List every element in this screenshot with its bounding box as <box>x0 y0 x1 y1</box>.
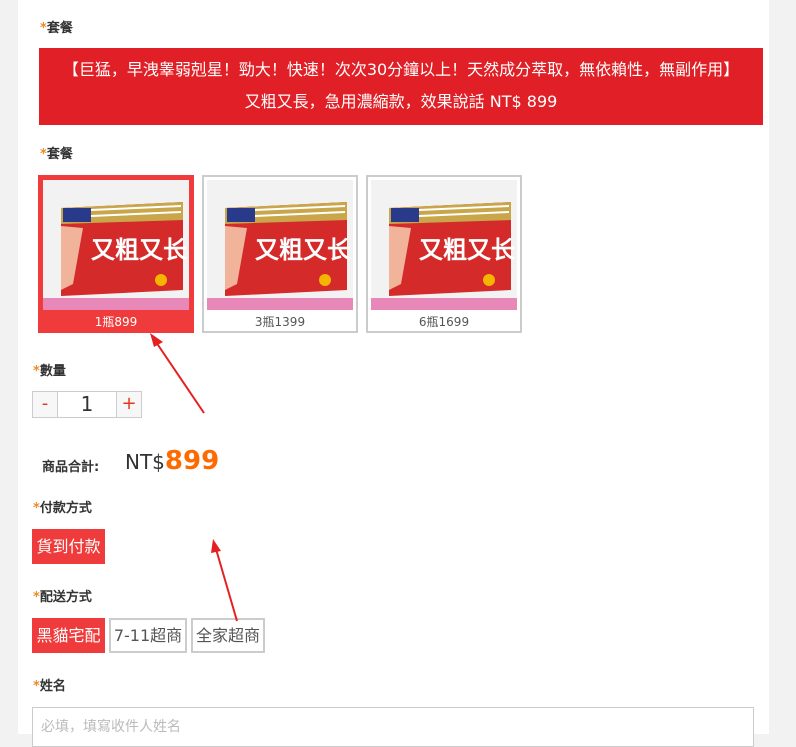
payment-section-label: *付款方式 <box>33 497 92 516</box>
shipping-label-text: 配送方式 <box>39 590 92 605</box>
name-label-text: 姓名 <box>39 679 66 694</box>
payment-label-text: 付款方式 <box>39 501 92 516</box>
product-image: 又粗又长 <box>371 180 517 310</box>
package-option-label-text: 套餐 <box>46 147 73 162</box>
shipping-section-label: *配送方式 <box>33 586 92 605</box>
payment-option-cod[interactable]: 貨到付款 <box>32 529 105 564</box>
shipping-option-black-cat[interactable]: 黑貓宅配 <box>32 618 105 653</box>
shipping-option-711[interactable]: 7-11超商 <box>109 618 187 653</box>
required-mark: * <box>33 501 40 516</box>
name-input[interactable] <box>32 707 754 747</box>
shipping-option-family-mart[interactable]: 全家超商 <box>191 618 265 653</box>
total-currency: NT$ <box>125 450 165 474</box>
package-option-3[interactable]: 又粗又长 3瓶1399 <box>202 175 358 333</box>
product-box-text: 又粗又长 <box>419 236 516 264</box>
promo-banner: 【巨猛，早洩睾弱剋星！勁大！快速！次次30分鐘以上！天然成分萃取，無依賴性，無副… <box>39 48 763 125</box>
order-form-panel: *套餐 【巨猛，早洩睾弱剋星！勁大！快速！次次30分鐘以上！天然成分萃取，無依賴… <box>18 0 769 747</box>
product-box-text: 又粗又长 <box>91 236 188 264</box>
total-label: 商品合計: <box>42 460 100 475</box>
promo-banner-line2: 又粗又長，急用濃縮款，效果說話 NT$ 899 <box>244 92 558 111</box>
required-mark: * <box>33 679 40 694</box>
product-box-image: 又粗又长 <box>43 180 189 310</box>
quantity-input[interactable]: 1 <box>58 391 116 418</box>
total-price: NT$899 <box>125 446 219 476</box>
quantity-decrease-button[interactable]: - <box>32 391 58 418</box>
product-box-image: 又粗又长 <box>207 180 353 310</box>
package-option-caption: 6瓶1699 <box>418 315 470 329</box>
package-option-caption: 1瓶899 <box>94 315 138 329</box>
required-mark: * <box>33 590 40 605</box>
quantity-increase-button[interactable]: + <box>116 391 142 418</box>
product-box-image: 又粗又长 <box>371 180 517 310</box>
product-image: 又粗又长 <box>43 180 189 310</box>
quantity-section-label: *數量 <box>33 360 66 379</box>
package-option-6[interactable]: 又粗又长 6瓶1699 <box>366 175 522 333</box>
name-section-label: *姓名 <box>33 675 66 694</box>
quantity-label-text: 數量 <box>39 364 66 379</box>
package-option-caption: 3瓶1399 <box>254 315 306 329</box>
product-box-text: 又粗又长 <box>255 236 352 264</box>
required-mark: * <box>40 21 47 36</box>
package-section-label: *套餐 <box>40 17 73 36</box>
product-image: 又粗又长 <box>207 180 353 310</box>
promo-banner-line1: 【巨猛，早洩睾弱剋星！勁大！快速！次次30分鐘以上！天然成分萃取，無依賴性，無副… <box>62 60 740 79</box>
package-option-section-label: *套餐 <box>40 143 73 162</box>
package-option-1[interactable]: 又粗又长 1瓶899 <box>38 175 194 333</box>
package-label-text: 套餐 <box>46 21 73 36</box>
total-amount: 899 <box>164 446 220 476</box>
required-mark: * <box>33 364 40 379</box>
required-mark: * <box>40 147 47 162</box>
